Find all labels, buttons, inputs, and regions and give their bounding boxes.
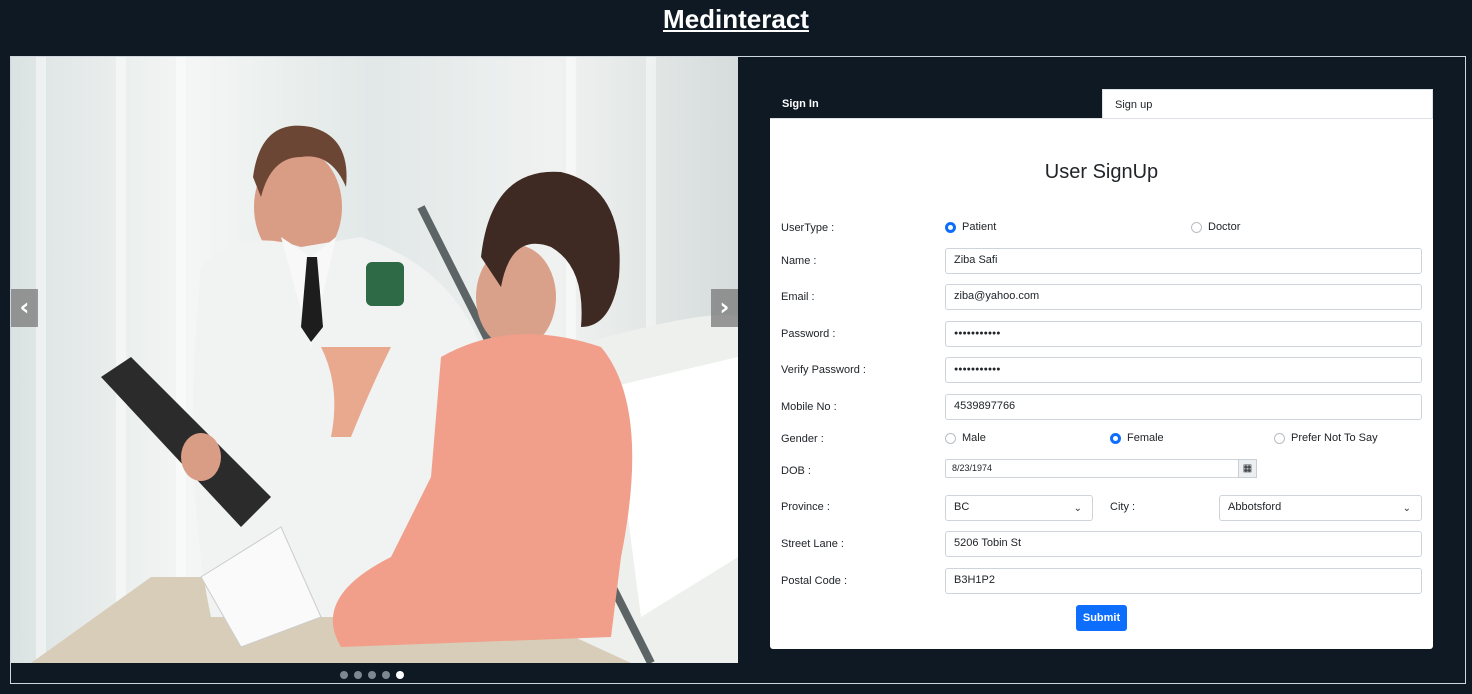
email-label: Email :	[781, 291, 815, 303]
carousel-next-button[interactable]: ›	[711, 289, 738, 327]
mobile-label: Mobile No :	[781, 401, 837, 413]
name-label: Name :	[781, 255, 817, 267]
carousel-dot[interactable]	[368, 671, 376, 679]
password-label: Password :	[781, 328, 836, 340]
usertype-label: UserType :	[781, 222, 835, 234]
gender-label: Gender :	[781, 433, 824, 445]
auth-tabs: Sign In Sign up	[770, 89, 1433, 119]
name-input[interactable]: Ziba Safi	[945, 248, 1422, 274]
postal-input[interactable]: B3H1P2	[945, 568, 1422, 594]
street-input[interactable]: 5206 Tobin St	[945, 531, 1422, 557]
dob-label: DOB :	[781, 465, 811, 477]
radio-unchecked-icon[interactable]	[945, 432, 956, 444]
province-value: BC	[954, 501, 970, 513]
province-label: Province :	[781, 501, 830, 513]
calendar-icon[interactable]: ▦	[1238, 459, 1257, 478]
carousel-dot-active[interactable]	[396, 671, 404, 679]
app-title: Medinteract	[663, 4, 809, 34]
gender-female-option[interactable]: Female	[1110, 432, 1164, 444]
gender-prefer-not-label: Prefer Not To Say	[1291, 432, 1378, 444]
gender-prefer-not-option[interactable]: Prefer Not To Say	[1274, 432, 1378, 444]
gender-male-option[interactable]: Male	[945, 432, 986, 444]
mobile-input[interactable]: 4539897766	[945, 394, 1422, 420]
dob-input[interactable]: 8/23/1974	[945, 459, 1239, 478]
radio-checked-icon[interactable]	[945, 221, 956, 233]
street-label: Street Lane :	[781, 538, 844, 550]
tab-divider	[770, 118, 1433, 119]
tab-sign-up[interactable]: Sign up	[1102, 89, 1433, 118]
email-input[interactable]: ziba@yahoo.com	[945, 284, 1422, 310]
carousel-prev-button[interactable]: ‹	[11, 289, 38, 327]
city-select[interactable]: Abbotsford ⌄	[1219, 495, 1422, 521]
verify-password-label: Verify Password :	[781, 364, 866, 376]
signup-panel: Sign In Sign up User SignUp UserType : P…	[770, 89, 1433, 649]
city-value: Abbotsford	[1228, 501, 1282, 513]
image-carousel	[11, 57, 738, 663]
chevron-down-icon: ⌄	[1402, 503, 1411, 514]
radio-unchecked-icon[interactable]	[1274, 432, 1285, 444]
radio-checked-icon[interactable]	[1110, 432, 1121, 444]
usertype-patient-option[interactable]: Patient	[945, 221, 996, 233]
gender-female-label: Female	[1127, 432, 1164, 444]
carousel-dot[interactable]	[354, 671, 362, 679]
radio-unchecked-icon[interactable]	[1191, 221, 1202, 233]
gender-male-label: Male	[962, 432, 986, 444]
usertype-doctor-label: Doctor	[1208, 221, 1241, 233]
carousel-dot[interactable]	[340, 671, 348, 679]
tab-sign-in[interactable]: Sign In	[770, 89, 1102, 118]
verify-password-input[interactable]: ●●●●●●●●●●●	[945, 357, 1422, 383]
carousel-dot[interactable]	[382, 671, 390, 679]
carousel-photo	[11, 57, 738, 663]
form-title: User SignUp	[1044, 161, 1159, 183]
usertype-doctor-option[interactable]: Doctor	[1191, 221, 1240, 233]
password-input[interactable]: ●●●●●●●●●●●	[945, 321, 1422, 347]
city-label: City :	[1110, 501, 1136, 513]
province-select[interactable]: BC ⌄	[945, 495, 1093, 521]
carousel-indicators	[340, 671, 404, 679]
chevron-down-icon: ⌄	[1073, 503, 1082, 514]
postal-label: Postal Code :	[781, 575, 848, 587]
submit-button[interactable]: Submit	[1076, 605, 1127, 631]
usertype-patient-label: Patient	[962, 221, 997, 233]
